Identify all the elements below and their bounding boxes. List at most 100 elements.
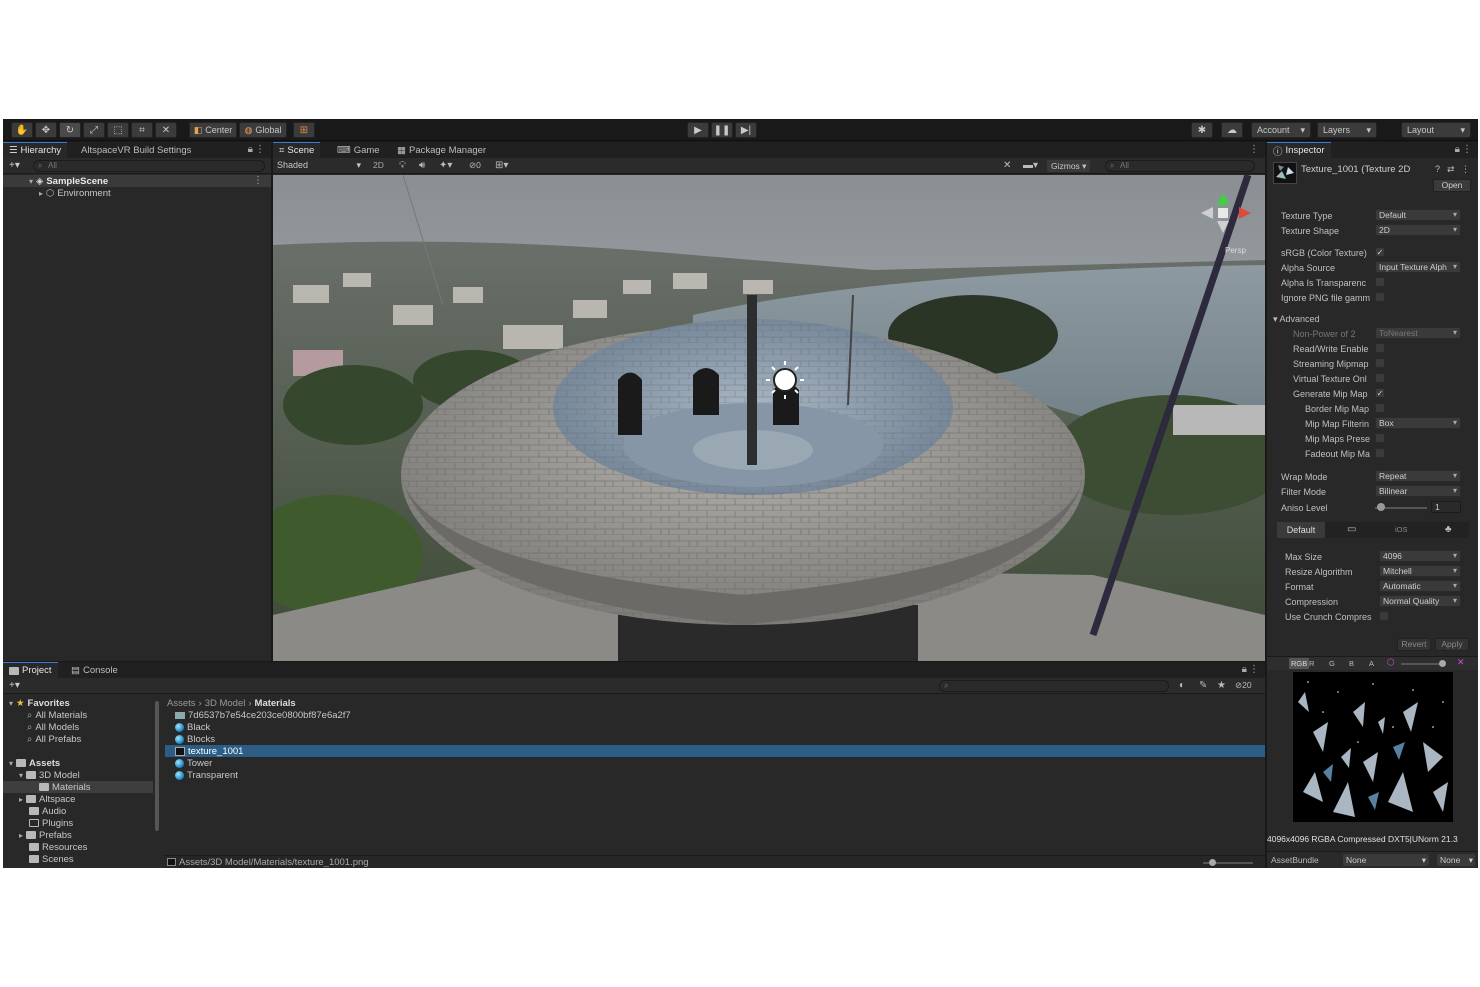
search-by-label-icon[interactable]: ✎ [1199, 680, 1207, 691]
help-icon[interactable]: ? [1435, 164, 1440, 174]
hand-tool-button[interactable]: ✋ [11, 122, 33, 138]
hierarchy-scene-item[interactable]: ▾ ◈ SampleScene [29, 175, 108, 187]
border-mip-checkbox[interactable] [1375, 403, 1385, 413]
search-by-type-icon[interactable]: ◐ [1179, 680, 1185, 691]
pivot-mode-button[interactable]: ◧ Center [189, 122, 237, 138]
compression-dropdown[interactable]: Normal Quality [1379, 595, 1461, 607]
mip-preserve-checkbox[interactable] [1375, 433, 1385, 443]
tree-scrollbar[interactable] [155, 701, 159, 831]
monitor-icon[interactable]: ▭ [1347, 524, 1356, 535]
scale-tool-button[interactable]: ⤢ [83, 122, 105, 138]
advanced-foldout[interactable]: ▾ Advanced [1273, 314, 1320, 325]
lock-icon[interactable]: 🔒︎ [248, 144, 253, 155]
project-search-input[interactable]: ⌕ [939, 680, 1169, 692]
favorites-header[interactable]: ▾ ★ Favorites [9, 697, 70, 709]
virtual-texture-checkbox[interactable] [1375, 373, 1385, 383]
pivot-space-button[interactable]: ◍ Global [239, 122, 287, 138]
more-options-icon[interactable]: ⋮ [1462, 144, 1472, 155]
hierarchy-environment-item[interactable]: ▸ ⬡ Environment [39, 187, 111, 199]
tree-folder-resources[interactable]: Resources [29, 841, 87, 853]
tools-icon[interactable]: ✕ [1003, 159, 1011, 172]
more-options-icon[interactable]: ⋮ [1249, 664, 1259, 675]
assets-header[interactable]: ▾ Assets [9, 757, 60, 769]
layers-dropdown[interactable]: Layers ▾ [1317, 122, 1377, 138]
grid-snap-button[interactable]: ⊞ [293, 122, 315, 138]
light-gizmo-icon[interactable] [773, 368, 797, 392]
srgb-checkbox[interactable]: ✓ [1375, 247, 1385, 257]
tree-folder-audio[interactable]: Audio [29, 805, 66, 817]
gizmo-center[interactable] [1218, 208, 1228, 218]
max-size-dropdown[interactable]: 4096 [1379, 550, 1461, 562]
texture-type-dropdown[interactable]: Default [1375, 209, 1461, 221]
tab-console[interactable]: ▤ Console [65, 662, 124, 678]
revert-button[interactable]: Revert [1397, 638, 1431, 651]
assetbundle-dropdown[interactable]: None ▾ [1343, 854, 1429, 866]
alpha-source-dropdown[interactable]: Input Texture Alph [1375, 261, 1461, 273]
account-dropdown[interactable]: Account ▾ [1251, 122, 1311, 138]
collab-button[interactable]: ✱ [1191, 122, 1213, 138]
tab-scene[interactable]: ⌗ Scene [273, 142, 321, 158]
layout-dropdown[interactable]: Layout ▾ [1401, 122, 1471, 138]
presets-icon[interactable]: ⇄ [1447, 164, 1455, 175]
channel-rgb[interactable]: RGB [1289, 658, 1310, 669]
file-item[interactable]: Blocks [175, 733, 215, 745]
add-icon[interactable]: +▾ [9, 160, 20, 171]
icon-size-thumb[interactable] [1209, 859, 1216, 866]
pause-button[interactable]: ❚❚ [711, 122, 733, 138]
hidden-objects-toggle[interactable]: ⊘0 [469, 159, 481, 172]
favorite-item[interactable]: ⌕ All Models [27, 721, 79, 733]
rotate-tool-button[interactable]: ↻ [59, 122, 81, 138]
read-write-checkbox[interactable] [1375, 343, 1385, 353]
hierarchy-search-input[interactable]: ⌕ All [33, 160, 265, 172]
scene-viewport[interactable]: Persp [273, 175, 1265, 661]
breadcrumb-item[interactable]: Materials [255, 698, 296, 709]
channel-r[interactable]: R [1309, 658, 1314, 669]
tree-folder-prefabs[interactable]: ▸ Prefabs [19, 829, 72, 841]
texture-shape-dropdown[interactable]: 2D [1375, 224, 1461, 236]
tree-folder-altspace[interactable]: ▸ Altspace [19, 793, 75, 805]
cloud-button[interactable]: ☁ [1221, 122, 1243, 138]
custom-tool-button[interactable]: ✕ [155, 122, 177, 138]
generate-mip-checkbox[interactable]: ✓ [1375, 388, 1385, 398]
file-item[interactable]: Black [175, 721, 210, 733]
android-icon[interactable]: ♣ [1445, 524, 1452, 535]
channel-a[interactable]: A [1369, 658, 1374, 669]
tree-folder-plugins[interactable]: Plugins [29, 817, 73, 829]
fadeout-mip-checkbox[interactable] [1375, 448, 1385, 458]
resize-algorithm-dropdown[interactable]: Mitchell [1379, 565, 1461, 577]
more-options-icon[interactable]: ⋮ [1249, 144, 1259, 155]
wrap-mode-dropdown[interactable]: Repeat [1375, 470, 1461, 482]
preview-mip-slider[interactable] [1401, 663, 1441, 665]
preview-mip-thumb[interactable] [1439, 660, 1446, 667]
audio-toggle-icon[interactable]: 🔊︎ [419, 159, 425, 172]
apply-button[interactable]: Apply [1435, 638, 1469, 651]
transform-tool-button[interactable]: ⌗ [131, 122, 153, 138]
aniso-level-input[interactable]: 1 [1431, 501, 1461, 513]
more-options-icon[interactable]: ⋮ [255, 144, 265, 155]
camera-icon[interactable]: ▬▾ [1023, 159, 1038, 172]
platform-tab-default[interactable]: Default [1277, 522, 1325, 538]
file-item-selected[interactable]: texture_1001 [175, 745, 243, 757]
favorite-star-icon[interactable]: ★ [1217, 680, 1226, 691]
channel-b[interactable]: B [1349, 658, 1354, 669]
ignore-png-gamma-checkbox[interactable] [1375, 292, 1385, 302]
rect-tool-button[interactable]: ⬚ [107, 122, 129, 138]
scene-search-input[interactable]: ⌕ All [1105, 160, 1255, 172]
preview-close-icon[interactable]: ✕ [1457, 657, 1465, 668]
file-item[interactable]: 7d6537b7e54ce203ce0800bf87e6a2f7 [175, 709, 351, 721]
tree-folder-scenes[interactable]: Scenes [29, 853, 74, 865]
breadcrumb-item[interactable]: 3D Model [205, 698, 246, 709]
favorite-item[interactable]: ⌕ All Prefabs [27, 733, 81, 745]
tab-hierarchy[interactable]: ☰ Hierarchy [3, 142, 68, 158]
tab-altspace-build-settings[interactable]: AltspaceVR Build Settings [75, 142, 197, 158]
non-power-of-2-dropdown[interactable]: ToNearest [1375, 327, 1461, 339]
hidden-packages-toggle[interactable]: ⊘20 [1235, 680, 1252, 691]
crunch-checkbox[interactable] [1379, 611, 1389, 621]
lock-icon[interactable]: 🔒︎ [1242, 664, 1247, 675]
tab-game[interactable]: ⌨ Game [331, 142, 386, 158]
aniso-slider-thumb[interactable] [1377, 503, 1385, 511]
open-button[interactable]: Open [1433, 179, 1471, 192]
lighting-toggle-icon[interactable]: 💡︎ [399, 159, 406, 172]
move-tool-button[interactable]: ✥ [35, 122, 57, 138]
assetbundle-variant-dropdown[interactable]: None ▾ [1437, 854, 1475, 866]
